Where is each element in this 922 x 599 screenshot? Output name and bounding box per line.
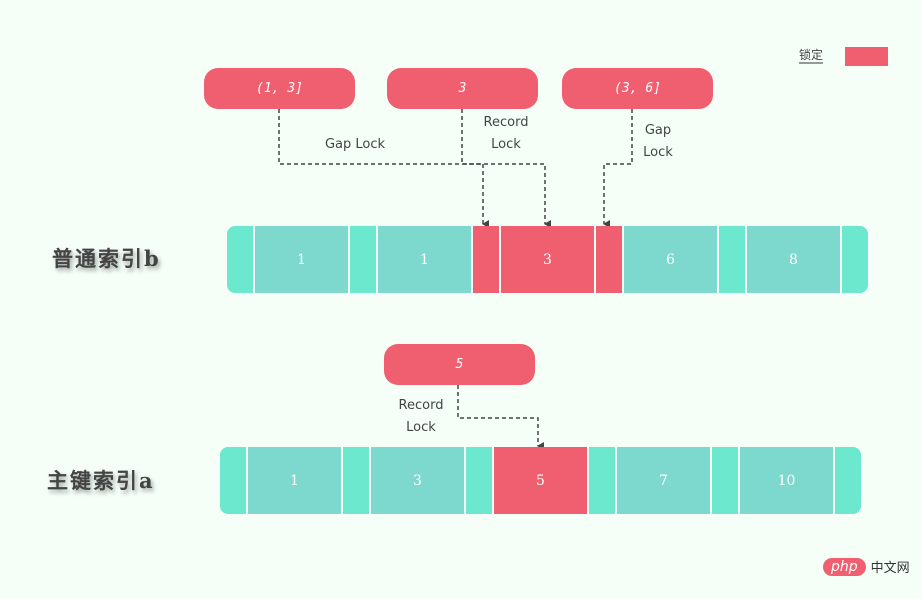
gap-lock-label-line2: Lock	[643, 145, 673, 160]
record-lock-label-line1: Record	[398, 398, 444, 413]
record-segment: 10	[740, 447, 833, 514]
secondary-index-title: 普通索引b	[52, 246, 161, 271]
gap-lock-1-3-connector	[278, 109, 489, 228]
lock-range-pill: (1, 3]	[204, 68, 355, 109]
gap-segment	[343, 447, 369, 514]
gap-segment	[719, 226, 745, 293]
lock-range-pill: (3, 6]	[562, 68, 713, 109]
gap-segment	[473, 226, 499, 293]
record-lock-label-line2: Lock	[406, 420, 436, 435]
record-segment: 1	[378, 226, 471, 293]
gap-segment	[712, 447, 738, 514]
watermark-text: 中文网	[870, 561, 910, 576]
record-segment: 7	[617, 447, 710, 514]
gap-segment	[466, 447, 492, 514]
lock-record-pill: 3	[387, 68, 538, 109]
record-segment: 1	[248, 447, 341, 514]
record-segment: 1	[255, 226, 348, 293]
record-segment: 3	[501, 226, 594, 293]
primary-index-title: 主键索引a	[47, 468, 155, 493]
record-lock-label-line1: Record	[483, 115, 529, 130]
record-segment: 8	[747, 226, 840, 293]
gap-segment	[227, 226, 253, 293]
gap-segment	[835, 447, 861, 514]
record-segment: 6	[624, 226, 717, 293]
gap-lock-label: Gap Lock	[324, 137, 386, 152]
secondary-index-bar: 11368	[227, 226, 868, 293]
gap-lock-label-line1: Gap	[644, 123, 672, 138]
gap-segment	[220, 447, 246, 514]
record-segment: 5	[494, 447, 587, 514]
primary-index-bar: 1 3 5 7 10	[220, 447, 861, 514]
gap-segment	[350, 226, 376, 293]
record-lock-5-connector	[457, 385, 544, 450]
watermark: php 中文网	[823, 557, 910, 576]
gap-lock-3-6-connector	[603, 109, 633, 228]
gap-segment	[596, 226, 622, 293]
gap-segment	[842, 226, 868, 293]
gap-segment	[589, 447, 615, 514]
record-lock-label-line2: Lock	[491, 137, 521, 152]
lock-record-pill: 5	[384, 344, 535, 385]
watermark-logo: php	[823, 557, 866, 576]
record-segment: 3	[371, 447, 464, 514]
